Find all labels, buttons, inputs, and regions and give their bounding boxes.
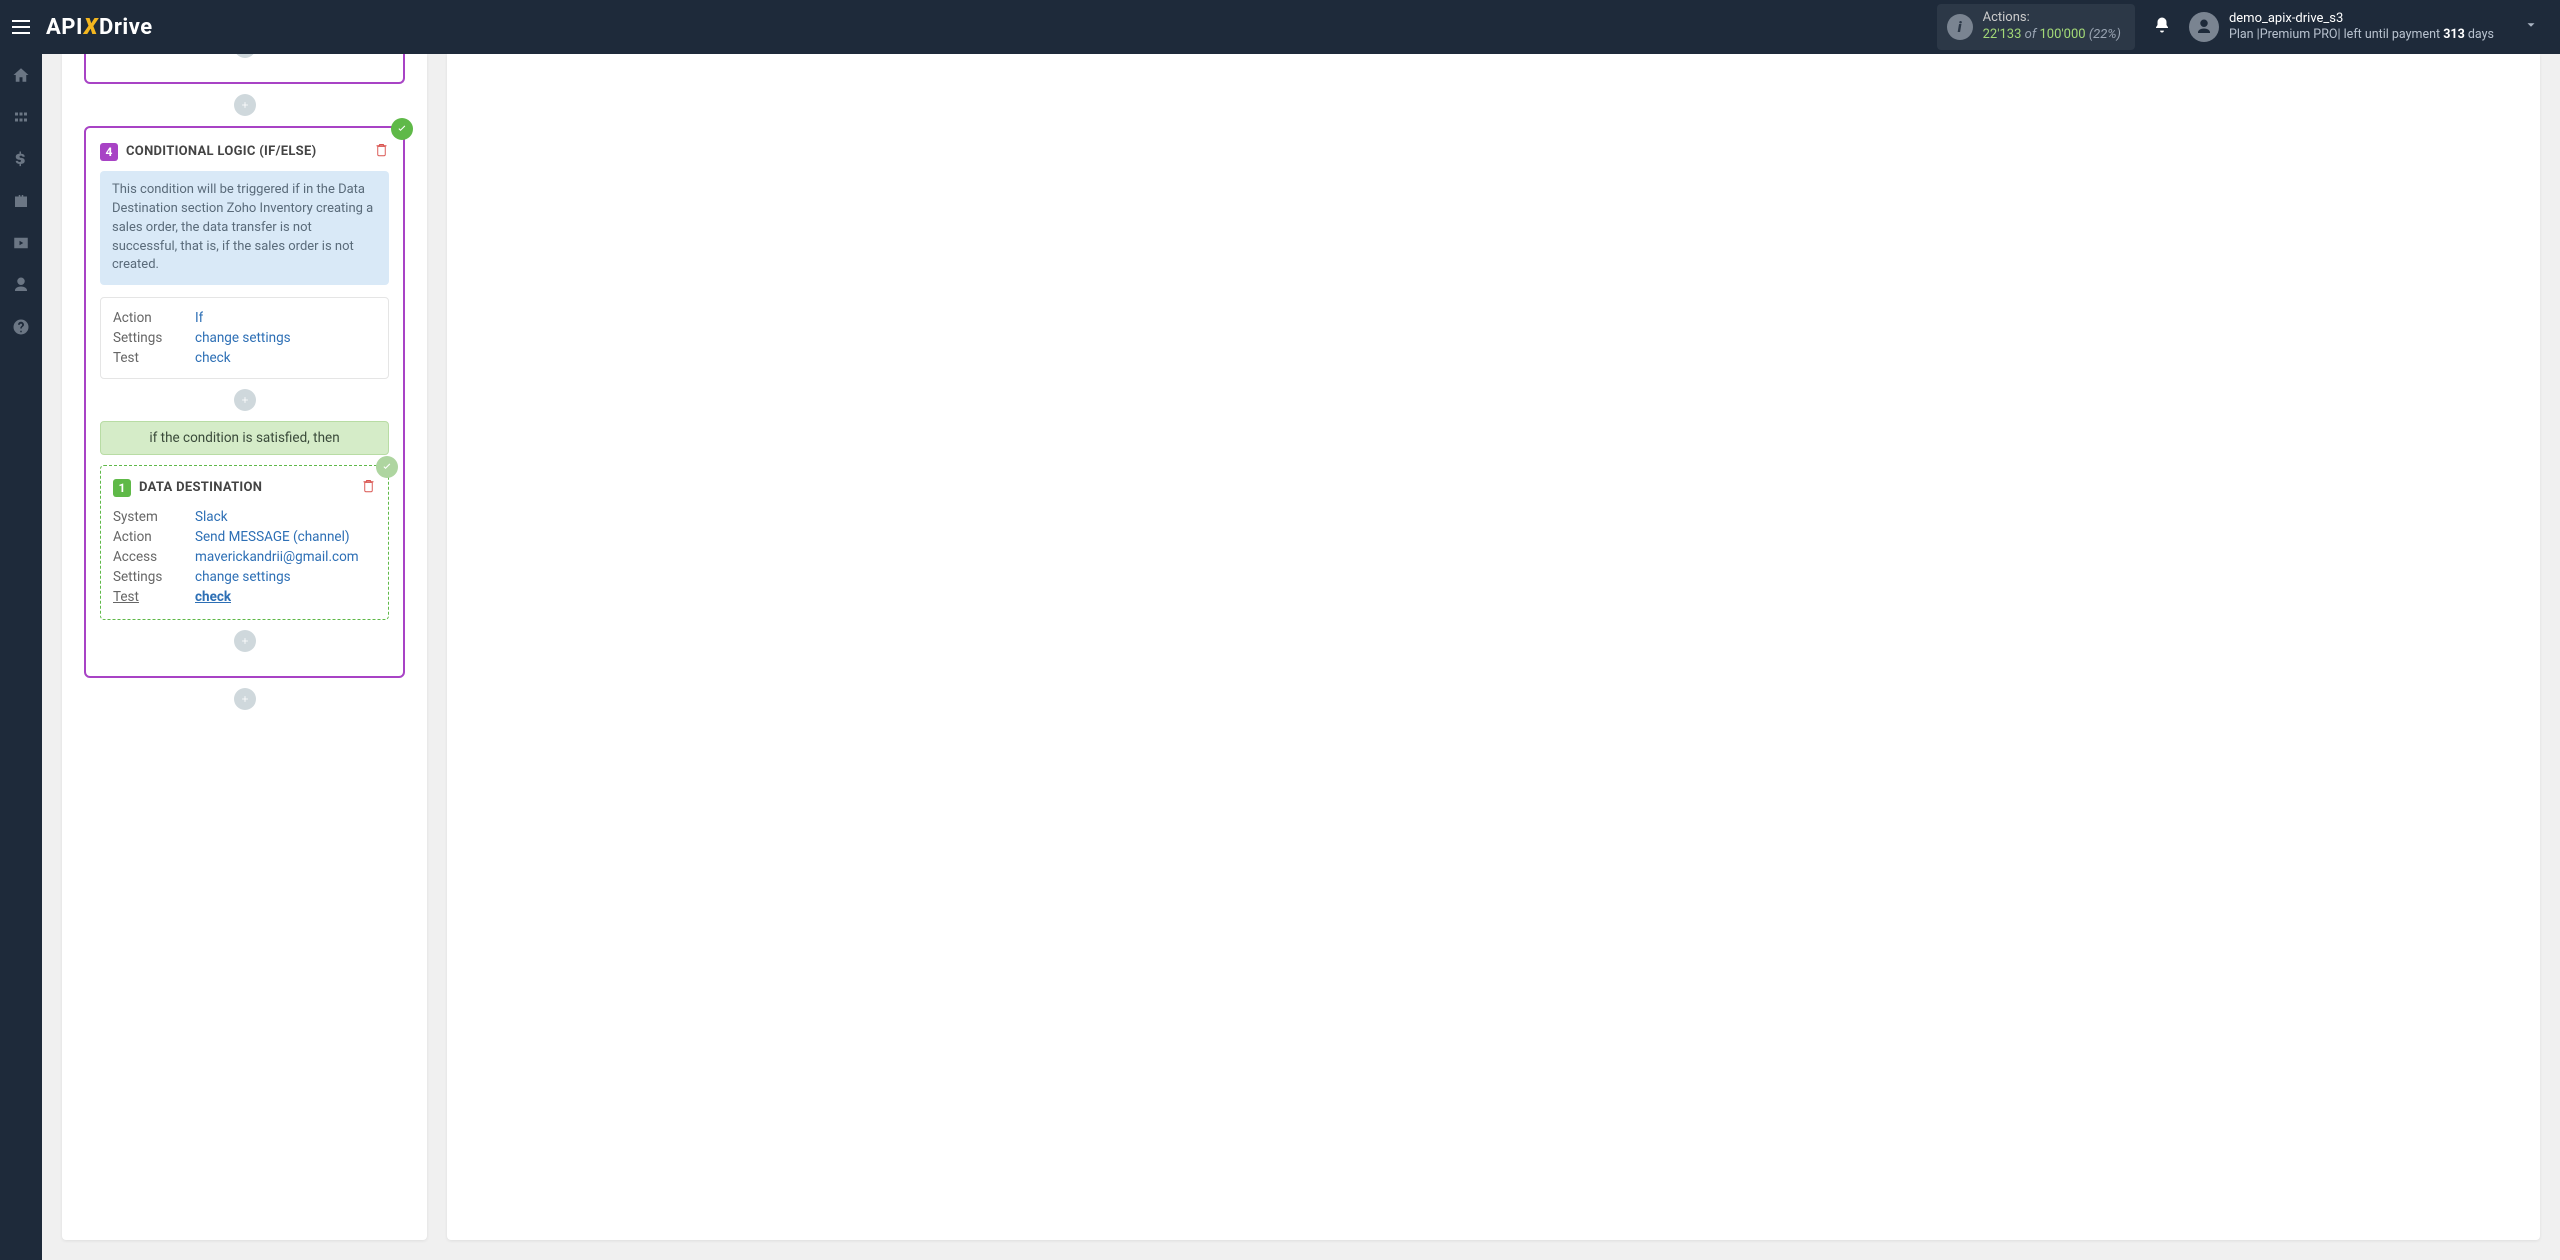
right-panel	[447, 54, 2540, 1240]
card-header: 1 DATA DESTINATION	[113, 478, 376, 497]
prop-row-action: Action If	[113, 308, 376, 328]
header-right: i Actions: 22'133 of 100'000 (22%) demo_…	[1937, 4, 2560, 50]
step-number: 4	[100, 143, 118, 161]
sidebar-profile[interactable]	[0, 264, 42, 306]
delete-button[interactable]	[361, 478, 376, 497]
info-box: This condition will be triggered if in t…	[100, 171, 389, 285]
hamburger-menu[interactable]	[0, 0, 42, 54]
check-badge-icon	[376, 456, 398, 478]
check-badge-icon	[391, 118, 413, 140]
actions-percent: (22%)	[2089, 27, 2121, 42]
actions-of: of	[2025, 27, 2037, 42]
sidebar-help[interactable]	[0, 306, 42, 348]
add-step-button[interactable]	[234, 688, 256, 710]
logo-api: API	[46, 15, 83, 40]
sidebar-briefcase[interactable]	[0, 180, 42, 222]
bell-icon[interactable]	[2153, 16, 2171, 38]
action-link[interactable]: Send MESSAGE (channel)	[195, 529, 350, 545]
action-link[interactable]: If	[195, 310, 203, 326]
info-icon: i	[1947, 14, 1973, 40]
actions-box[interactable]: i Actions: 22'133 of 100'000 (22%)	[1937, 4, 2135, 50]
prop-label: Settings	[113, 569, 195, 585]
actions-text: Actions: 22'133 of 100'000 (22%)	[1983, 10, 2121, 44]
prop-row-action: Action Send MESSAGE (channel)	[113, 527, 376, 547]
logo[interactable]: API X Drive	[46, 15, 153, 40]
prop-label: Action	[113, 529, 195, 545]
chevron-down-icon	[2524, 17, 2538, 36]
conditional-logic-card: 4 CONDITIONAL LOGIC (IF/ELSE) This condi…	[84, 126, 405, 678]
prop-label: Test	[113, 350, 195, 366]
condition-banner: if the condition is satisfied, then	[100, 421, 389, 455]
add-step-button[interactable]	[234, 630, 256, 652]
add-step-button[interactable]	[234, 389, 256, 411]
user-text: demo_apix-drive_s3 Plan |Premium PRO| le…	[2229, 10, 2494, 44]
prop-label: Settings	[113, 330, 195, 346]
settings-link[interactable]: change settings	[195, 330, 291, 346]
actions-used: 22'133	[1983, 27, 2022, 42]
user-name: demo_apix-drive_s3	[2229, 10, 2494, 28]
logo-drive: Drive	[99, 15, 153, 40]
prop-row-test: Test check	[113, 587, 376, 607]
prop-row-test: Test check	[113, 348, 376, 368]
prop-row-access: Access maverickandrii@gmail.com	[113, 547, 376, 567]
user-plan: Plan |Premium PRO| left until payment 31…	[2229, 27, 2494, 44]
actions-total: 100'000	[2039, 27, 2085, 42]
properties: System Slack Action Send MESSAGE (channe…	[113, 507, 376, 607]
header: API X Drive i Actions: 22'133 of 100'000…	[0, 0, 2560, 54]
hamburger-icon	[12, 20, 30, 34]
test-link[interactable]: check	[195, 589, 231, 605]
data-destination-card: 1 DATA DESTINATION System Slack Action S…	[100, 465, 389, 620]
prop-label: Action	[113, 310, 195, 326]
settings-link[interactable]: change settings	[195, 569, 291, 585]
card-header: 4 CONDITIONAL LOGIC (IF/ELSE)	[100, 142, 389, 161]
prop-row-system: System Slack	[113, 507, 376, 527]
previous-card-partial	[84, 54, 405, 84]
main: 4 CONDITIONAL LOGIC (IF/ELSE) This condi…	[42, 54, 2560, 1260]
left-panel: 4 CONDITIONAL LOGIC (IF/ELSE) This condi…	[62, 54, 427, 1240]
sidebar-billing[interactable]	[0, 138, 42, 180]
sidebar-video[interactable]	[0, 222, 42, 264]
system-link[interactable]: Slack	[195, 509, 228, 525]
user-menu[interactable]: demo_apix-drive_s3 Plan |Premium PRO| le…	[2189, 10, 2538, 44]
prop-row-settings: Settings change settings	[113, 567, 376, 587]
logo-x-icon: X	[84, 15, 98, 40]
prop-label: System	[113, 509, 195, 525]
sidebar-connections[interactable]	[0, 96, 42, 138]
avatar-icon	[2189, 12, 2219, 42]
actions-label: Actions:	[1983, 10, 2121, 27]
add-step-button[interactable]	[234, 94, 256, 116]
prop-row-settings: Settings change settings	[113, 328, 376, 348]
delete-button[interactable]	[374, 142, 389, 161]
sidebar-home[interactable]	[0, 54, 42, 96]
access-link[interactable]: maverickandrii@gmail.com	[195, 549, 359, 565]
properties: Action If Settings change settings Test …	[100, 297, 389, 379]
prop-label: Test	[113, 589, 195, 605]
card-title: CONDITIONAL LOGIC (IF/ELSE)	[126, 144, 316, 159]
step-number: 1	[113, 479, 131, 497]
card-title: DATA DESTINATION	[139, 480, 262, 495]
sidebar	[0, 54, 42, 1260]
test-link[interactable]: check	[195, 350, 231, 366]
prop-label: Access	[113, 549, 195, 565]
